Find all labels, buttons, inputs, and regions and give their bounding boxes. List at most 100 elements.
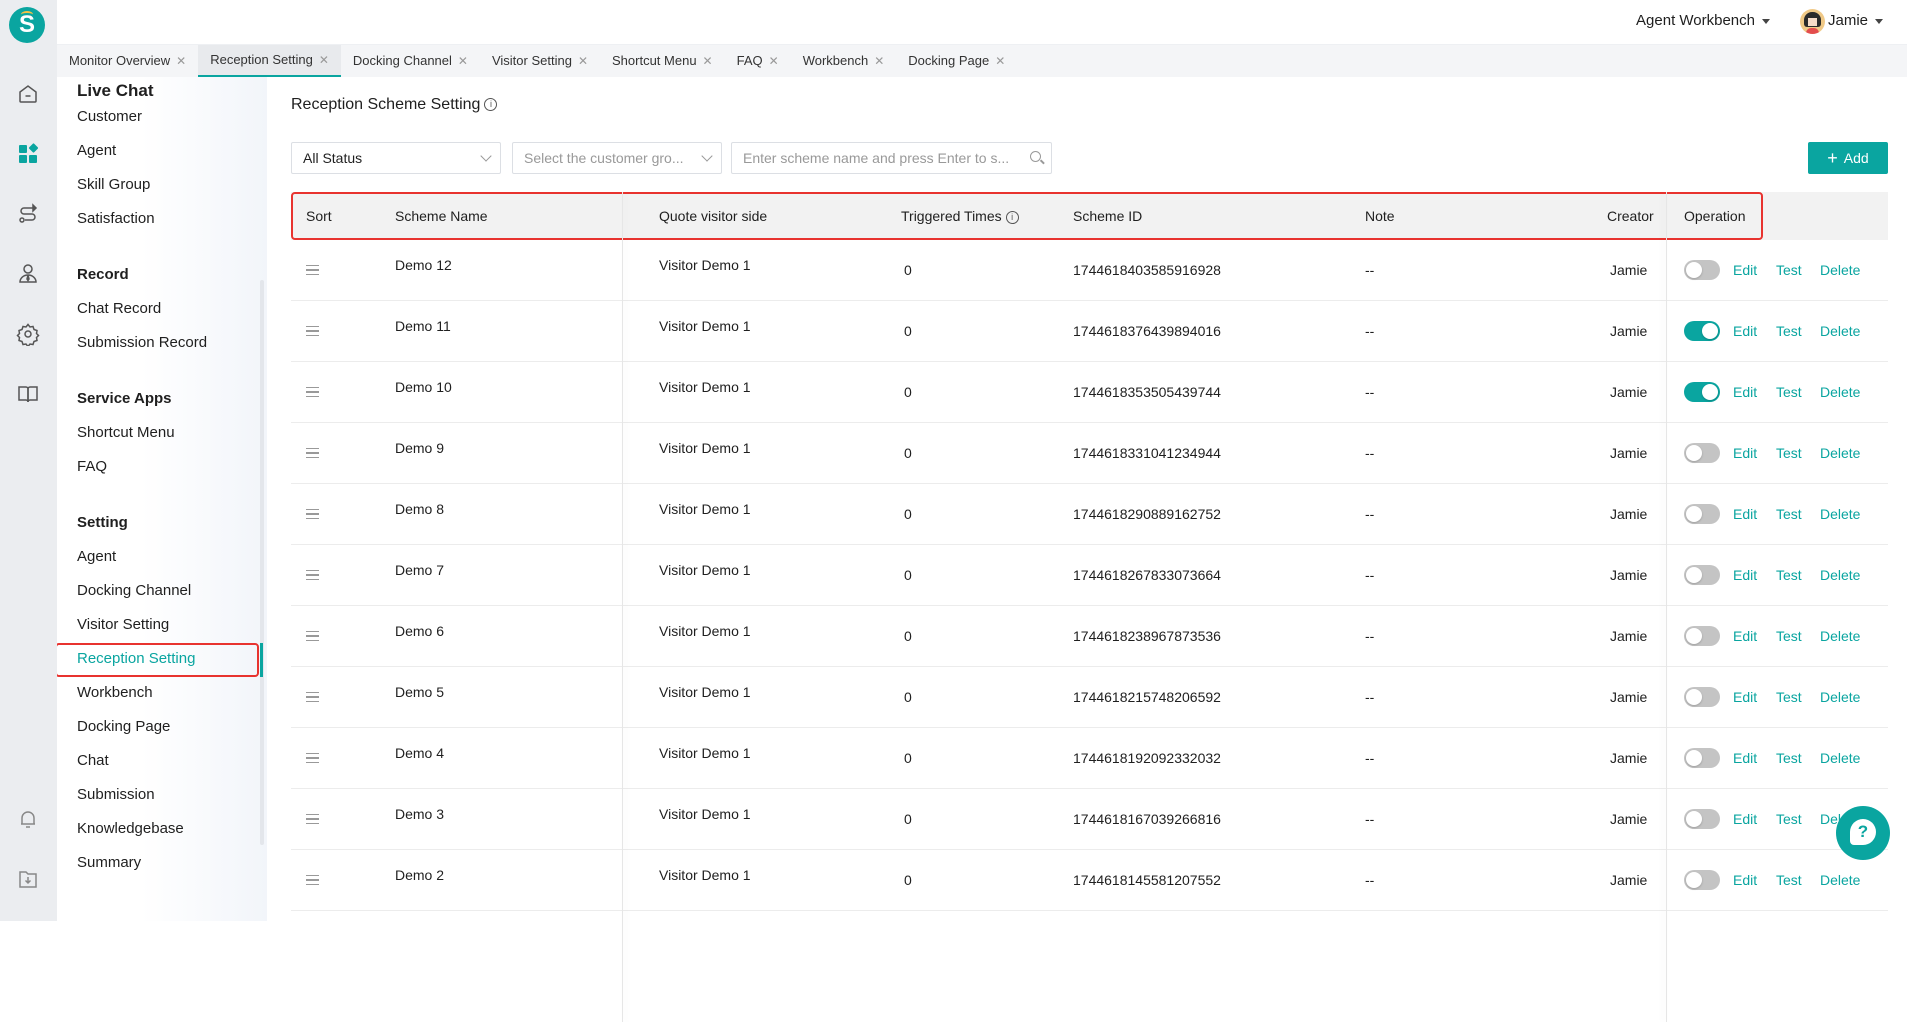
delete-link[interactable]: Delete: [1820, 567, 1860, 583]
sidebar-item-satisfaction[interactable]: Satisfaction: [77, 210, 155, 227]
edit-link[interactable]: Edit: [1733, 323, 1757, 339]
test-link[interactable]: Test: [1776, 689, 1802, 705]
route-icon[interactable]: [16, 202, 40, 226]
bell-icon[interactable]: [16, 807, 40, 831]
drag-handle-icon[interactable]: [306, 387, 319, 397]
tab-workbench[interactable]: Workbench✕: [791, 45, 897, 77]
sidebar-item-workbench[interactable]: Workbench: [77, 684, 153, 701]
delete-link[interactable]: Delete: [1820, 506, 1860, 522]
tab-docking-page[interactable]: Docking Page✕: [896, 45, 1017, 77]
gear-icon[interactable]: [16, 322, 40, 346]
test-link[interactable]: Test: [1776, 628, 1802, 644]
edit-link[interactable]: Edit: [1733, 567, 1757, 583]
close-icon[interactable]: ✕: [769, 46, 779, 76]
sidebar-item-agent[interactable]: Agent: [77, 142, 116, 159]
close-icon[interactable]: ✕: [319, 45, 329, 75]
drag-handle-icon[interactable]: [306, 448, 319, 458]
edit-link[interactable]: Edit: [1733, 506, 1757, 522]
drag-handle-icon[interactable]: [306, 814, 319, 824]
test-link[interactable]: Test: [1776, 567, 1802, 583]
edit-link[interactable]: Edit: [1733, 384, 1757, 400]
customer-group-select[interactable]: Select the customer gro...: [512, 142, 722, 174]
sidebar-scrollbar[interactable]: [260, 280, 264, 845]
test-link[interactable]: Test: [1776, 445, 1802, 461]
tab-monitor-overview[interactable]: Monitor Overview✕: [57, 45, 198, 77]
close-icon[interactable]: ✕: [874, 46, 884, 76]
info-icon[interactable]: i: [484, 98, 497, 111]
edit-link[interactable]: Edit: [1733, 445, 1757, 461]
tab-docking-channel[interactable]: Docking Channel✕: [341, 45, 480, 77]
agent-icon[interactable]: [16, 262, 40, 286]
sidebar-item-summary[interactable]: Summary: [77, 854, 141, 871]
sidebar-item-agent[interactable]: Agent: [77, 548, 116, 565]
app-logo[interactable]: S: [9, 7, 45, 43]
delete-link[interactable]: Delete: [1820, 750, 1860, 766]
info-icon[interactable]: i: [1006, 211, 1019, 224]
test-link[interactable]: Test: [1776, 872, 1802, 888]
delete-link[interactable]: Delete: [1820, 323, 1860, 339]
enable-toggle[interactable]: [1684, 321, 1720, 341]
edit-link[interactable]: Edit: [1733, 750, 1757, 766]
close-icon[interactable]: ✕: [578, 46, 588, 76]
delete-link[interactable]: Delete: [1820, 262, 1860, 278]
delete-link[interactable]: Delete: [1820, 384, 1860, 400]
drag-handle-icon[interactable]: [306, 265, 319, 275]
sidebar-item-submission[interactable]: Submission: [77, 786, 155, 803]
edit-link[interactable]: Edit: [1733, 811, 1757, 827]
delete-link[interactable]: Delete: [1820, 445, 1860, 461]
test-link[interactable]: Test: [1776, 750, 1802, 766]
sidebar-item-visitor-setting[interactable]: Visitor Setting: [77, 616, 169, 633]
close-icon[interactable]: ✕: [703, 46, 713, 76]
test-link[interactable]: Test: [1776, 506, 1802, 522]
sidebar-item-chat-record[interactable]: Chat Record: [77, 300, 161, 317]
help-chat-button[interactable]: ?: [1836, 806, 1890, 860]
drag-handle-icon[interactable]: [306, 631, 319, 641]
drag-handle-icon[interactable]: [306, 875, 319, 885]
enable-toggle[interactable]: [1684, 504, 1720, 524]
test-link[interactable]: Test: [1776, 262, 1802, 278]
enable-toggle[interactable]: [1684, 382, 1720, 402]
download-icon[interactable]: [16, 867, 40, 891]
apps-icon[interactable]: [16, 142, 40, 166]
enable-toggle[interactable]: [1684, 687, 1720, 707]
edit-link[interactable]: Edit: [1733, 872, 1757, 888]
sidebar-item-docking-page[interactable]: Docking Page: [77, 718, 170, 735]
delete-link[interactable]: Delete: [1820, 628, 1860, 644]
enable-toggle[interactable]: [1684, 748, 1720, 768]
delete-link[interactable]: Delete: [1820, 872, 1860, 888]
workspace-switcher[interactable]: Agent Workbench: [1636, 12, 1770, 29]
drag-handle-icon[interactable]: [306, 692, 319, 702]
add-button[interactable]: +Add: [1808, 142, 1888, 174]
test-link[interactable]: Test: [1776, 384, 1802, 400]
enable-toggle[interactable]: [1684, 565, 1720, 585]
drag-handle-icon[interactable]: [306, 326, 319, 336]
close-icon[interactable]: ✕: [176, 46, 186, 76]
book-icon[interactable]: [16, 382, 40, 406]
sidebar-item-shortcut-menu[interactable]: Shortcut Menu: [77, 424, 175, 441]
avatar[interactable]: [1800, 9, 1825, 34]
sidebar-item-faq[interactable]: FAQ: [77, 458, 107, 475]
sidebar-item-customer[interactable]: Customer: [77, 108, 142, 125]
close-icon[interactable]: ✕: [458, 46, 468, 76]
tab-visitor-setting[interactable]: Visitor Setting✕: [480, 45, 600, 77]
drag-handle-icon[interactable]: [306, 509, 319, 519]
tab-shortcut-menu[interactable]: Shortcut Menu✕: [600, 45, 725, 77]
home-icon[interactable]: [16, 82, 40, 106]
edit-link[interactable]: Edit: [1733, 262, 1757, 278]
test-link[interactable]: Test: [1776, 811, 1802, 827]
close-icon[interactable]: ✕: [995, 46, 1005, 76]
sidebar-item-submission-record[interactable]: Submission Record: [77, 334, 207, 351]
enable-toggle[interactable]: [1684, 809, 1720, 829]
scheme-search-input[interactable]: Enter scheme name and press Enter to s..…: [731, 142, 1052, 174]
tab-faq[interactable]: FAQ✕: [725, 45, 791, 77]
sidebar-item-reception-setting[interactable]: Reception Setting: [77, 650, 195, 667]
enable-toggle[interactable]: [1684, 260, 1720, 280]
delete-link[interactable]: Delete: [1820, 689, 1860, 705]
drag-handle-icon[interactable]: [306, 570, 319, 580]
test-link[interactable]: Test: [1776, 323, 1802, 339]
drag-handle-icon[interactable]: [306, 753, 319, 763]
edit-link[interactable]: Edit: [1733, 628, 1757, 644]
enable-toggle[interactable]: [1684, 443, 1720, 463]
sidebar-item-chat[interactable]: Chat: [77, 752, 109, 769]
status-select[interactable]: All Status: [291, 142, 501, 174]
